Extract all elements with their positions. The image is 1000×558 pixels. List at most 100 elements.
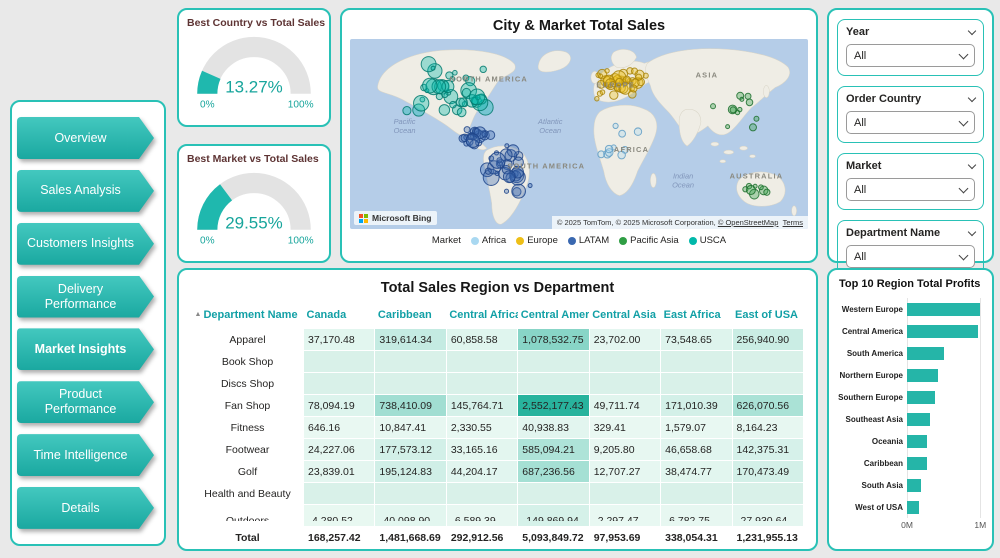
table-cell[interactable]: 49,711.74 (588, 394, 662, 417)
table-cell[interactable]: 23,839.01 (302, 460, 376, 483)
row-label[interactable]: Discs Shop (191, 372, 304, 395)
row-label[interactable]: Fan Shop (191, 394, 304, 417)
table-cell[interactable] (445, 482, 519, 505)
table-cell[interactable]: 2,552,177.43 (517, 394, 590, 417)
nav-item-product-performance[interactable]: Product Performance (17, 381, 154, 423)
row-label[interactable]: Health and Beauty (191, 482, 304, 505)
row-label[interactable]: Golf (191, 460, 304, 483)
map-bubble-latam[interactable] (481, 130, 488, 138)
table-cell[interactable] (517, 482, 590, 505)
bar-central-america[interactable] (907, 324, 979, 338)
table-cell[interactable]: 319,614.34 (374, 328, 447, 351)
table-cell[interactable] (588, 482, 662, 505)
table-cell[interactable] (731, 372, 805, 395)
map-bubble-usca[interactable] (402, 106, 412, 116)
table-cell[interactable] (302, 350, 376, 373)
chevron-down-icon[interactable] (967, 227, 977, 236)
map-bubble-usca[interactable] (422, 77, 438, 94)
table-cell[interactable]: 2,330.55 (445, 416, 519, 439)
table-cell[interactable]: 145,764.71 (445, 394, 519, 417)
table-cell[interactable]: 256,940.90 (731, 328, 805, 351)
map-bubble-europe[interactable] (604, 68, 610, 74)
table-cell[interactable] (588, 372, 662, 395)
map-bubble-africa[interactable] (618, 129, 626, 138)
bar-southern-europe[interactable] (907, 390, 935, 404)
map-bubble-pacific-asia[interactable] (745, 98, 754, 107)
row-label[interactable]: Apparel (191, 328, 304, 351)
table-cell[interactable]: 177,573.12 (374, 438, 447, 461)
map-bubble-pacific-asia[interactable] (734, 109, 741, 116)
table-cell[interactable] (660, 372, 733, 395)
nav-item-customers-insights[interactable]: Customers Insights (17, 223, 154, 265)
bar-south-asia[interactable] (907, 478, 921, 492)
bar-southeast-asia[interactable] (907, 412, 931, 426)
table-cell[interactable] (731, 350, 805, 373)
map-bubble-usca[interactable] (456, 107, 467, 118)
table-cell[interactable] (588, 350, 662, 373)
table-cell[interactable] (445, 372, 519, 395)
nav-item-overview[interactable]: Overview (17, 117, 154, 159)
table-cell[interactable] (731, 482, 805, 505)
table-cell[interactable]: 195,124.83 (374, 460, 447, 483)
map-bubble-africa[interactable] (633, 127, 643, 136)
map-bubble-europe[interactable] (594, 95, 600, 102)
nav-item-time-intelligence[interactable]: Time Intelligence (17, 434, 154, 476)
nav-item-sales-analysis[interactable]: Sales Analysis (17, 170, 154, 212)
map-bubble-latam[interactable] (527, 183, 533, 189)
map-bubble-latam[interactable] (463, 126, 471, 134)
map-bubble-africa[interactable] (612, 122, 619, 130)
map-bubble-europe[interactable] (599, 89, 606, 95)
nav-item-market-insights[interactable]: Market Insights (17, 328, 154, 370)
map-bubble-pacific-asia[interactable] (710, 103, 717, 110)
column-header-east-of-usa[interactable]: East of USA (732, 302, 803, 329)
map-bubble-latam[interactable] (484, 167, 492, 175)
slicer-dropdown-year[interactable]: All (846, 44, 975, 67)
table-cell[interactable] (517, 372, 590, 395)
map-bubble-usca[interactable] (430, 65, 436, 71)
table-cell[interactable]: 60,858.58 (445, 328, 519, 351)
table-cell[interactable]: 46,658.68 (660, 438, 733, 461)
nav-item-delivery-performance[interactable]: Delivery Performance (17, 276, 154, 318)
table-cell[interactable]: 687,236.56 (517, 460, 590, 483)
table-cell[interactable]: 40,938.83 (517, 416, 590, 439)
table-cell[interactable] (445, 350, 519, 373)
map-bubble-pacific-asia[interactable] (745, 184, 756, 196)
table-cell[interactable] (660, 482, 733, 505)
table-cell[interactable]: 40,098.90 (374, 504, 447, 527)
map-bubble-latam[interactable] (502, 170, 516, 184)
chevron-down-icon[interactable] (967, 26, 977, 35)
openstreetmap-link[interactable]: © OpenStreetMap (718, 218, 779, 227)
map-bubble-pacific-asia[interactable] (725, 124, 731, 130)
table-cell[interactable]: 149,869.94 (517, 504, 590, 527)
bar-western-europe[interactable] (907, 302, 981, 316)
column-header-central-america[interactable]: Central America (518, 302, 589, 329)
table-cell[interactable]: 12,707.27 (588, 460, 662, 483)
table-cell[interactable] (374, 350, 447, 373)
nav-item-details[interactable]: Details (17, 487, 154, 529)
table-cell[interactable]: 646.16 (302, 416, 376, 439)
chevron-down-icon[interactable] (967, 160, 977, 169)
table-cell[interactable] (374, 372, 447, 395)
table-cell[interactable]: 37,170.48 (302, 328, 376, 351)
table-cell[interactable]: 8,164.23 (731, 416, 805, 439)
table-cell[interactable]: 170,473.49 (731, 460, 805, 483)
bar-oceania[interactable] (907, 434, 927, 448)
table-cell[interactable]: 9,205.80 (588, 438, 662, 461)
table-cell[interactable]: 626,070.56 (731, 394, 805, 417)
map-bubble-europe[interactable] (609, 90, 619, 100)
table-cell[interactable]: 73,548.65 (660, 328, 733, 351)
table-cell[interactable]: 38,474.77 (660, 460, 733, 483)
table-cell[interactable] (660, 350, 733, 373)
bar-northern-europe[interactable] (907, 368, 938, 382)
column-header-department-name[interactable]: ▲ Department Name (192, 302, 304, 329)
map-bubble-africa[interactable] (597, 150, 606, 159)
table-cell[interactable]: 1,579.07 (660, 416, 733, 439)
table-cell[interactable]: 33,165.16 (445, 438, 519, 461)
table-cell[interactable]: 44,204.17 (445, 460, 519, 483)
table-cell[interactable] (302, 372, 376, 395)
chevron-down-icon[interactable] (967, 93, 977, 102)
map-bubble-usca[interactable] (468, 88, 486, 106)
map-bubble-usca[interactable] (479, 65, 487, 74)
table-cell[interactable]: 23,702.00 (588, 328, 662, 351)
map-bubble-pacific-asia[interactable] (753, 115, 760, 122)
